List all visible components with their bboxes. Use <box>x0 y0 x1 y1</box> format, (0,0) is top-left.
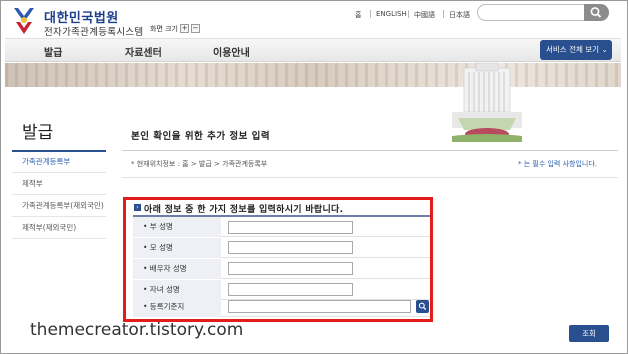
system-name: 전자가족관계등록시스템 <box>44 27 144 38</box>
util-divider <box>408 10 409 18</box>
submit-button[interactable]: 조회 <box>569 325 609 342</box>
nav-item-guide[interactable]: 이용안내 <box>213 44 250 59</box>
breadcrumb: * 현재위치정보 : 홈 > 발급 > 가족관계등록부 <box>131 160 268 168</box>
sidebar-item-family-register-overseas[interactable]: 가족관계등록부(재외국민) <box>12 195 106 217</box>
title-divider <box>122 150 618 151</box>
sidebar-item-family-register[interactable]: 가족관계등록부 <box>12 151 106 173</box>
util-link-japanese[interactable]: 日本語 <box>449 10 470 20</box>
sidebar-title: 발급 <box>22 123 54 143</box>
search-icon <box>590 7 602 18</box>
court-building-image <box>452 62 522 142</box>
font-size-increase-button[interactable]: + <box>180 24 189 33</box>
util-divider <box>370 10 371 18</box>
font-size-label: 화면 크기 <box>150 25 178 33</box>
page-title: 본인 확인을 위한 추가 정보 입력 <box>131 131 271 142</box>
sidebar-item-removed-register-overseas[interactable]: 제적부(재외국민) <box>12 217 106 239</box>
highlight-box <box>123 197 433 322</box>
util-divider <box>443 10 444 18</box>
nav-item-issue[interactable]: 발급 <box>44 44 62 59</box>
font-size-decrease-button[interactable]: − <box>191 24 200 33</box>
search-button[interactable] <box>584 4 609 21</box>
main-nav <box>5 38 621 62</box>
court-emblem-icon <box>10 4 38 36</box>
required-note: * 는 필수 입력 사항입니다. <box>518 160 598 168</box>
banner-pattern <box>5 63 621 87</box>
nav-item-resources[interactable]: 자료센터 <box>125 44 162 59</box>
util-link-chinese[interactable]: 中國語 <box>414 10 435 20</box>
sidebar-item-removed-register[interactable]: 제적부 <box>12 173 106 195</box>
util-link-english[interactable]: ENGLISH <box>376 10 407 18</box>
service-all-button[interactable]: 서비스 전체 보기 ⌄ <box>540 40 612 60</box>
util-link-home[interactable]: 홈 <box>355 10 361 20</box>
breadcrumb-divider <box>122 177 618 178</box>
watermark-text: themecreator.tistory.com <box>30 320 244 340</box>
